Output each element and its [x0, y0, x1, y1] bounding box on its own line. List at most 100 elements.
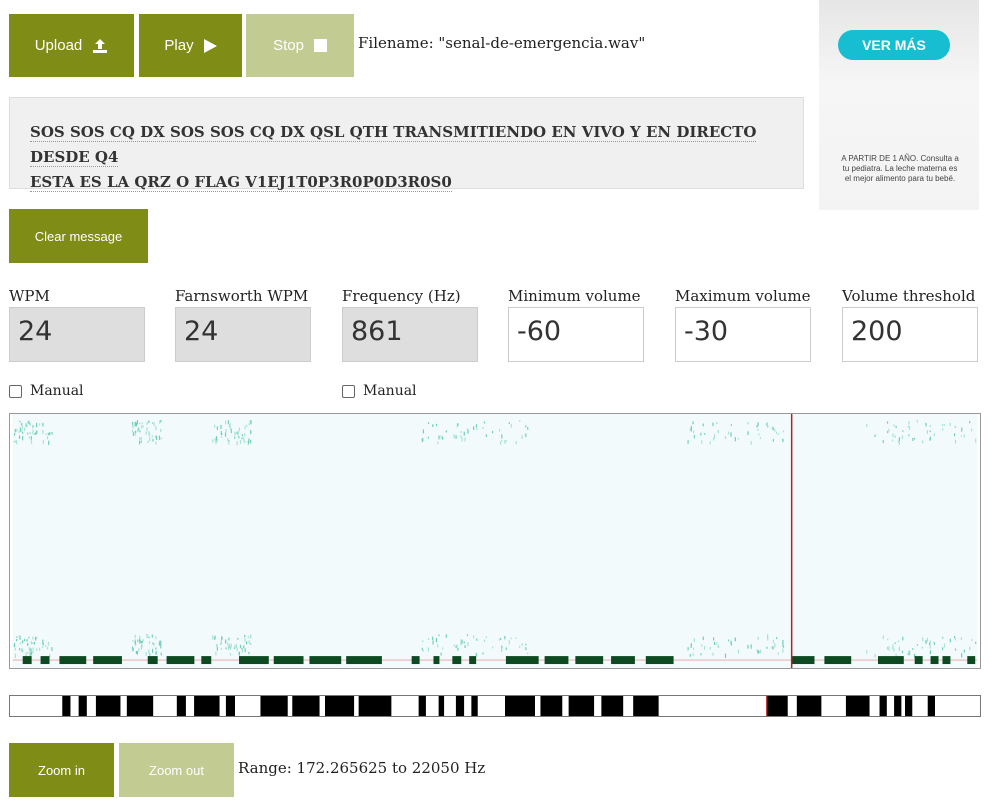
timeline-mark [358, 696, 392, 716]
timeline-mark [325, 696, 355, 716]
zoom-out-button[interactable]: Zoom out [119, 743, 234, 797]
stop-button[interactable]: Stop [246, 14, 354, 77]
noise-speck [36, 648, 38, 651]
frequency-manual-option[interactable]: Manual [342, 383, 417, 399]
frequency-manual-checkbox[interactable] [342, 384, 355, 398]
noise-speck [36, 422, 38, 428]
clear-message-button[interactable]: Clear message [9, 209, 148, 263]
noise-speck [14, 653, 16, 658]
noise-speck [30, 651, 33, 656]
noise-speck [153, 422, 155, 426]
wpm-field[interactable]: 24 [9, 307, 145, 362]
noise-speck [141, 425, 143, 429]
noise-speck [928, 642, 931, 646]
noise-speck [445, 430, 447, 433]
noise-speck [485, 434, 487, 437]
noise-speck [22, 436, 24, 441]
noise-speck [717, 644, 719, 647]
noise-speck [437, 643, 439, 648]
noise-speck [427, 647, 429, 652]
noise-speck [29, 431, 31, 435]
noise-speck [21, 648, 23, 651]
upload-button[interactable]: Upload [9, 14, 134, 77]
noise-speck [757, 428, 759, 431]
noise-speck [28, 636, 30, 639]
noise-speck [757, 636, 759, 641]
noise-speck [922, 637, 924, 642]
noise-speck [33, 641, 35, 645]
noise-speck [224, 432, 227, 437]
noise-speck [427, 637, 430, 640]
frequency-field[interactable]: 861 [342, 307, 478, 362]
noise-speck [134, 422, 136, 427]
noise-speck [519, 645, 521, 649]
noise-speck [159, 420, 161, 424]
noise-speck [160, 644, 162, 649]
zoom-in-button[interactable]: Zoom in [9, 743, 114, 797]
farnsworth-wpm-field[interactable]: 24 [175, 307, 311, 362]
timeline-mark [78, 696, 87, 716]
noise-speck [47, 432, 49, 436]
spectrogram-canvas[interactable] [9, 413, 981, 669]
noise-speck [713, 434, 716, 439]
signal-block [201, 656, 212, 665]
noise-speck [18, 430, 20, 434]
noise-speck [139, 437, 141, 441]
noise-speck [692, 421, 694, 425]
noise-speck [245, 424, 248, 427]
noise-speck [140, 641, 142, 644]
wpm-manual-option[interactable]: Manual [9, 383, 84, 399]
noise-speck [32, 432, 34, 435]
noise-speck [772, 639, 775, 643]
noise-speck [690, 643, 692, 646]
noise-speck [42, 422, 44, 427]
noise-speck [747, 421, 749, 425]
noise-speck [148, 431, 150, 434]
noise-speck [148, 636, 150, 639]
noise-speck [758, 433, 760, 436]
noise-speck [237, 637, 239, 640]
noise-speck [933, 642, 935, 645]
noise-speck [227, 642, 229, 646]
min-volume-field[interactable]: -60 [508, 307, 644, 362]
noise-speck [13, 440, 15, 443]
advertisement[interactable]: VER MÁS A PARTIR DE 1 AÑO. Consulta a tu… [819, 0, 979, 210]
noise-speck [225, 639, 227, 644]
wpm-manual-checkbox[interactable] [9, 384, 22, 398]
noise-speck [893, 648, 895, 652]
play-button[interactable]: Play [139, 14, 242, 77]
noise-speck [971, 428, 973, 432]
max-volume-field[interactable]: -30 [675, 307, 811, 362]
noise-speck [969, 421, 971, 424]
noise-speck [902, 636, 904, 641]
noise-speck [18, 435, 21, 439]
upload-label: Upload [34, 37, 83, 54]
noise-speck [508, 422, 510, 425]
noise-speck [422, 640, 424, 643]
timeline-mark [505, 696, 535, 716]
timeline-mark [568, 696, 595, 716]
noise-speck [238, 435, 240, 439]
noise-speck [22, 640, 24, 643]
noise-speck [921, 440, 924, 443]
noise-speck [149, 436, 151, 441]
timeline-mark [194, 696, 220, 716]
noise-speck [243, 437, 245, 442]
noise-speck [33, 433, 35, 435]
noise-speck [455, 645, 457, 649]
ad-ver-mas-button[interactable]: VER MÁS [838, 30, 950, 60]
noise-speck [151, 634, 153, 638]
noise-speck [929, 430, 931, 433]
volume-threshold-field[interactable]: 200 [842, 307, 978, 362]
noise-speck [214, 637, 216, 640]
noise-speck [13, 433, 16, 436]
noise-speck [499, 441, 502, 445]
noise-speck [766, 634, 769, 639]
morse-timeline[interactable] [9, 695, 981, 717]
noise-speck [908, 434, 910, 437]
noise-speck [155, 435, 157, 439]
noise-speck [238, 427, 241, 432]
noise-speck [941, 424, 944, 427]
noise-speck [963, 434, 965, 438]
noise-speck [716, 642, 718, 645]
